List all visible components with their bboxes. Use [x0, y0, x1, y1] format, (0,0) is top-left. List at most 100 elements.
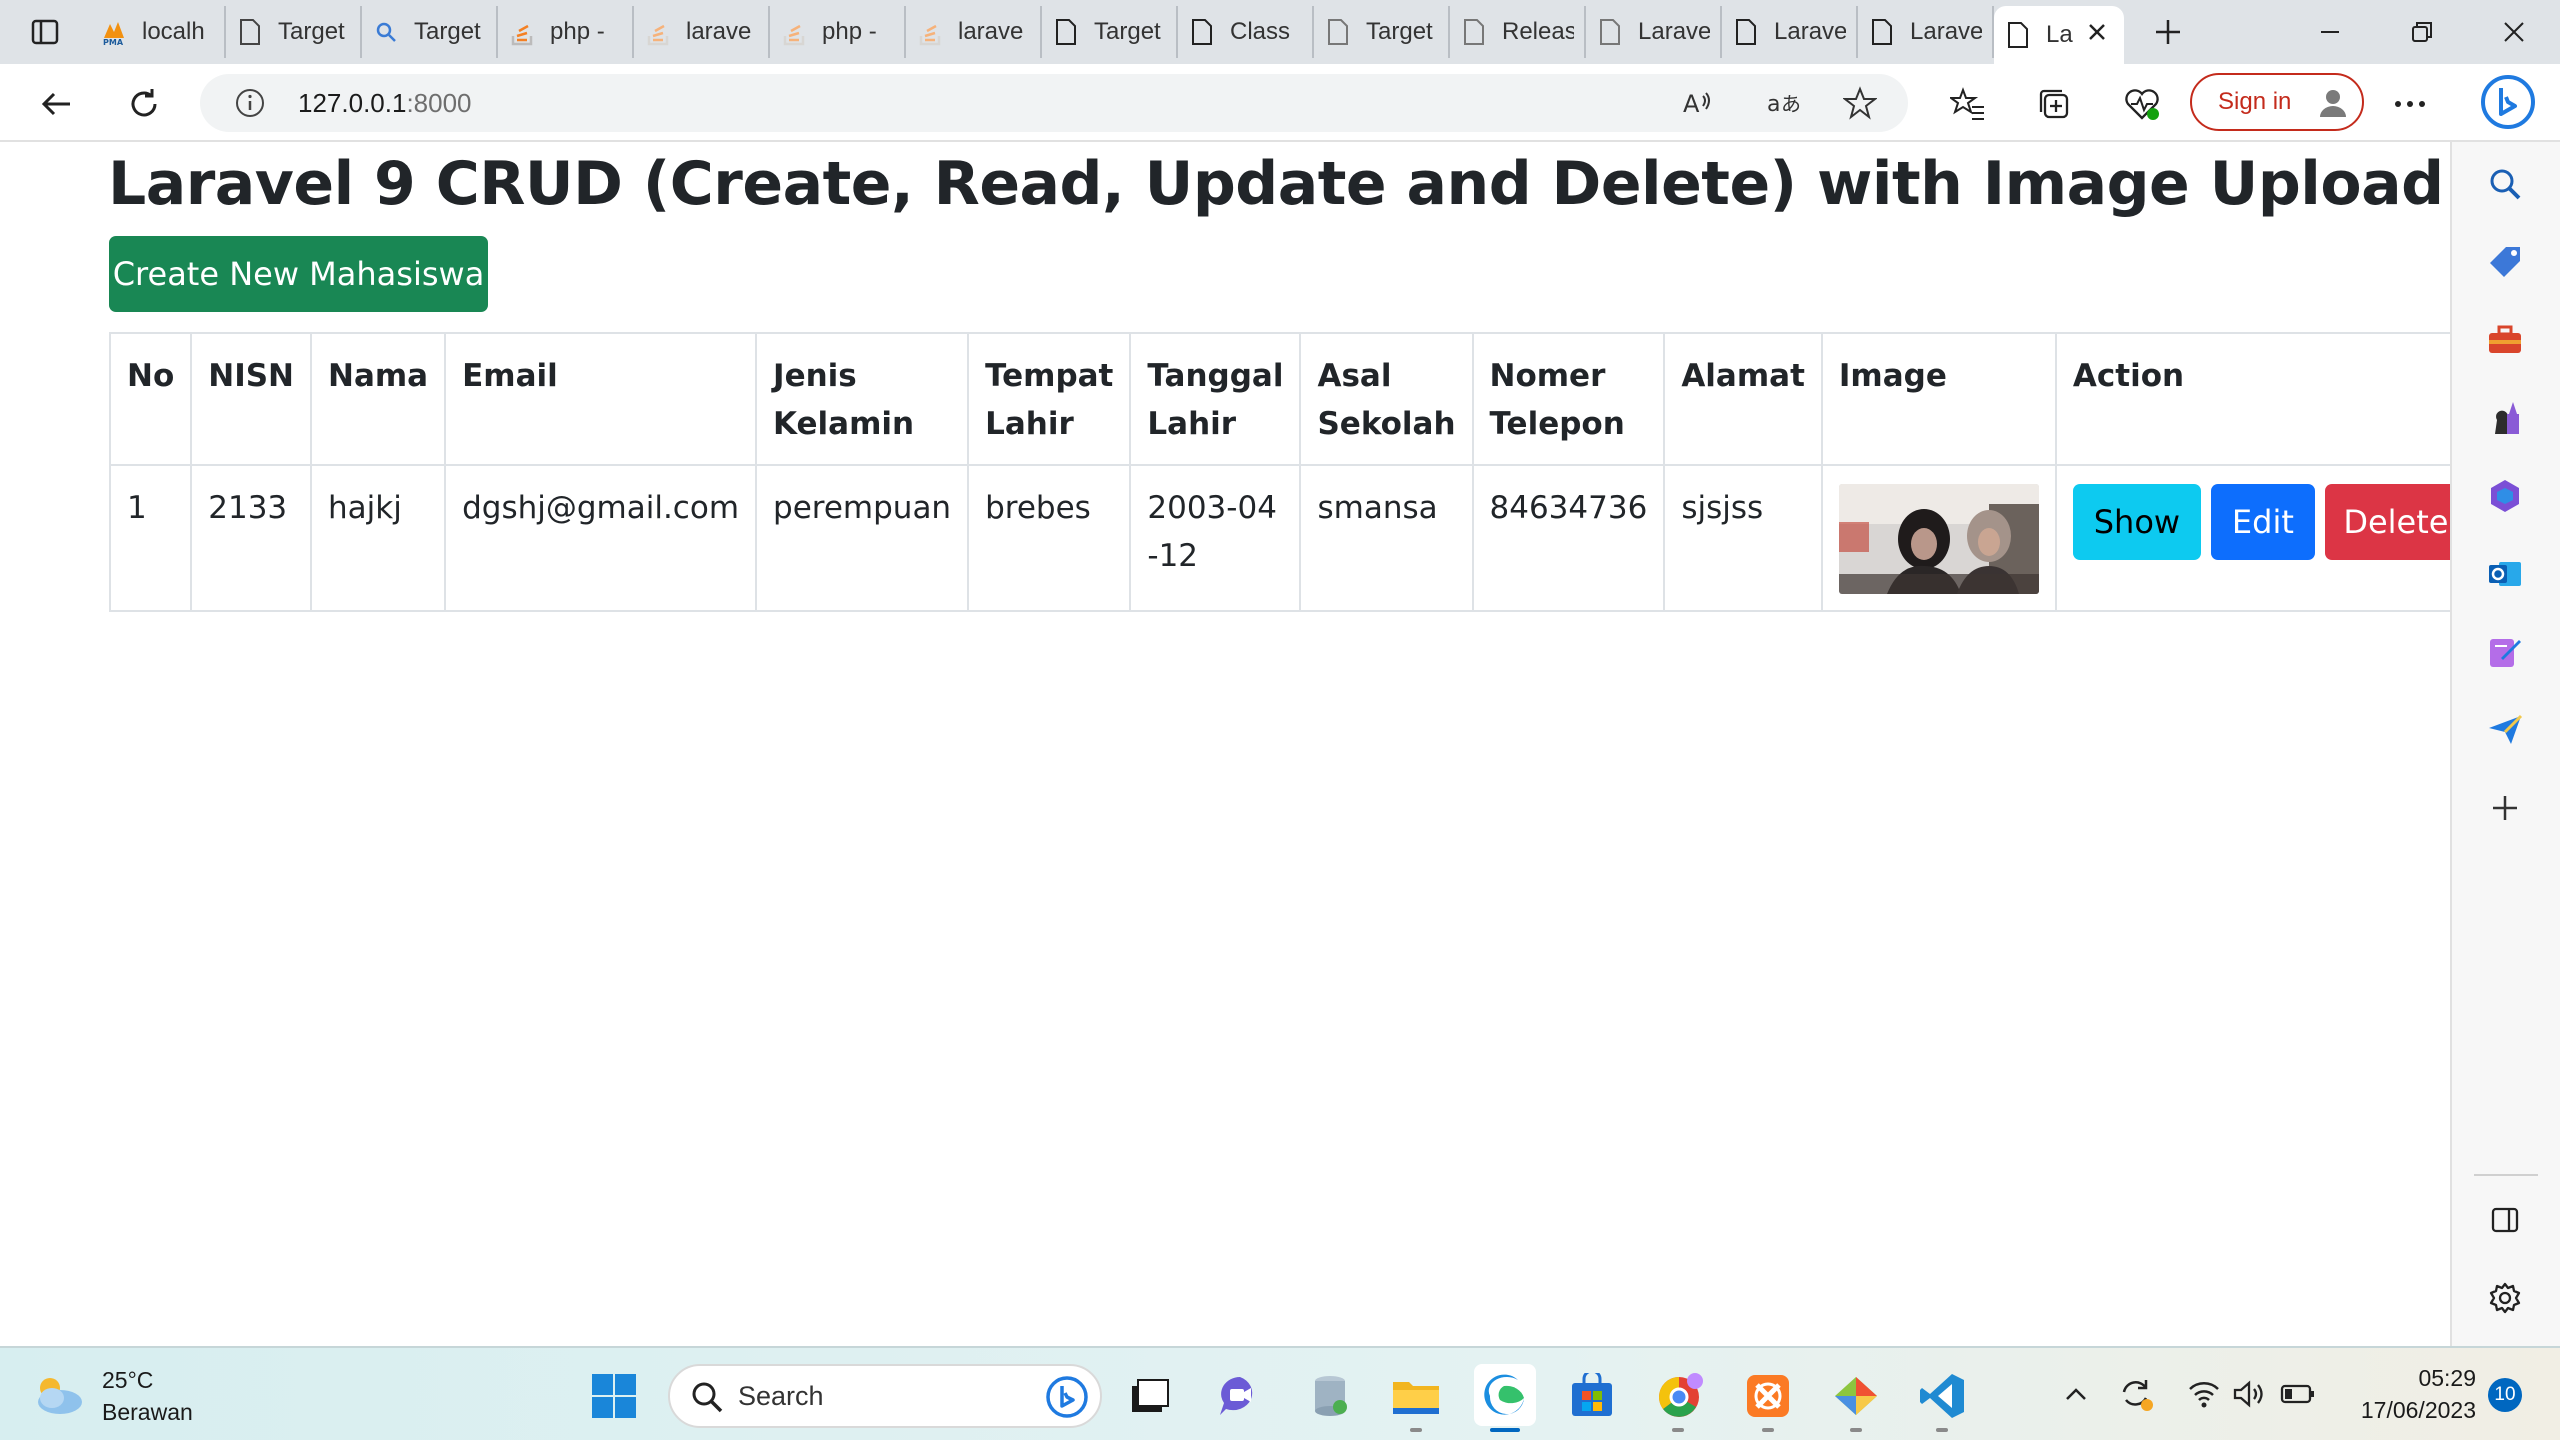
volume-icon[interactable]	[2232, 1376, 2268, 1412]
stackoverflow-icon	[644, 18, 672, 46]
edit-button[interactable]: Edit	[2210, 484, 2315, 560]
tab[interactable]: Target	[362, 6, 498, 58]
browser-essentials-button[interactable]	[2114, 76, 2170, 132]
file-explorer-running-indicator	[1410, 1428, 1422, 1432]
address-bar[interactable]: 127.0.0.1:8000 A aあ	[200, 74, 1908, 132]
restore-button[interactable]	[2376, 0, 2468, 64]
tab-label: php -	[550, 18, 605, 45]
cell-email: dgshj@gmail.com	[444, 464, 758, 612]
back-button[interactable]	[28, 76, 84, 132]
system-clock[interactable]: 05:29 17/06/2023	[2340, 1362, 2476, 1426]
close-tab-icon[interactable]	[2087, 21, 2107, 49]
sidebar-outlook-icon[interactable]	[2483, 552, 2527, 596]
xampp-button[interactable]	[1740, 1368, 1796, 1424]
new-tab-button[interactable]	[2138, 6, 2198, 58]
git-client-icon	[1835, 1377, 1877, 1415]
search-icon	[372, 18, 400, 46]
sidebar-designer-icon[interactable]	[2483, 630, 2527, 674]
tab-label: Target	[1094, 18, 1161, 45]
url-port: :8000	[406, 87, 472, 118]
delete-button[interactable]: Delete	[2324, 484, 2467, 560]
cell-no: 1	[108, 464, 193, 612]
sync-icon[interactable]	[2118, 1376, 2154, 1412]
create-new-mahasiswa-button[interactable]: Create New Mahasiswa	[109, 236, 488, 312]
sidebar-send-icon[interactable]	[2483, 708, 2527, 752]
tab[interactable]: php -	[770, 6, 906, 58]
start-button[interactable]	[586, 1368, 642, 1424]
column-header-no: No	[108, 332, 193, 466]
sidebar-settings-icon[interactable]	[2483, 1276, 2527, 1320]
sidebar-tools-icon[interactable]	[2483, 318, 2527, 362]
tab[interactable]: PMA localh	[90, 6, 226, 58]
collections-button[interactable]	[2026, 76, 2082, 132]
url-host: 127.0.0.1	[298, 87, 407, 118]
chrome-icon	[1659, 1373, 1703, 1417]
svg-text:PMA: PMA	[103, 38, 124, 46]
tab-label: php -	[822, 18, 877, 45]
site-info-icon[interactable]	[228, 81, 272, 125]
minimize-button[interactable]	[2284, 0, 2376, 64]
stackoverflow-icon	[508, 18, 536, 46]
table-row: 1 2133 hajkj dgshj@gmail.com perempuan b…	[108, 464, 2485, 612]
heart-pulse-icon	[2125, 89, 2159, 120]
database-app-button[interactable]	[1302, 1368, 1358, 1424]
svg-text:a: a	[1767, 92, 1780, 117]
settings-more-button[interactable]	[2382, 76, 2438, 132]
edge-sidebar	[2450, 142, 2560, 1346]
page-content: Laravel 9 CRUD (Create, Read, Update and…	[0, 142, 2485, 1346]
tab[interactable]: php -	[498, 6, 634, 58]
tab[interactable]: Larave	[1586, 6, 1722, 58]
tab[interactable]: larave	[906, 6, 1042, 58]
close-window-button[interactable]	[2468, 0, 2560, 64]
tab[interactable]: Target	[226, 6, 362, 58]
tab[interactable]: Larave	[1722, 6, 1858, 58]
bing-copilot-button[interactable]	[2476, 70, 2540, 134]
tab[interactable]: larave	[634, 6, 770, 58]
translate-icon[interactable]: aあ	[1762, 81, 1806, 125]
microsoft-store-button[interactable]	[1564, 1368, 1620, 1424]
show-button[interactable]: Show	[2072, 484, 2201, 560]
sidebar-shopping-icon[interactable]	[2483, 240, 2527, 284]
wifi-icon[interactable]	[2186, 1376, 2222, 1412]
refresh-button[interactable]	[116, 76, 172, 132]
tab-actions-button[interactable]	[0, 0, 90, 64]
tab[interactable]: Releas	[1450, 6, 1586, 58]
file-explorer-button[interactable]	[1388, 1368, 1444, 1424]
teams-chat-button[interactable]	[1212, 1368, 1268, 1424]
weather-widget[interactable]: 25°C Berawan	[30, 1364, 193, 1428]
plus-icon	[2156, 20, 2180, 44]
favorite-star-icon[interactable]	[1838, 81, 1882, 125]
clock-date: 17/06/2023	[2360, 1397, 2476, 1423]
git-client-button[interactable]	[1828, 1368, 1884, 1424]
favorites-button[interactable]	[1940, 76, 1996, 132]
sidebar-games-icon[interactable]	[2483, 396, 2527, 440]
notification-badge[interactable]: 10	[2488, 1378, 2522, 1412]
clock-time: 05:29	[2418, 1365, 2476, 1391]
chrome-canary-button[interactable]	[1652, 1368, 1708, 1424]
cell-action: Show Edit Delete	[2054, 464, 2485, 612]
column-header-jenis-kelamin: Jenis Kelamin	[755, 332, 970, 466]
read-aloud-icon[interactable]: A	[1676, 81, 1720, 125]
more-icon	[2395, 101, 2425, 107]
vscode-button[interactable]	[1914, 1368, 1970, 1424]
show-hidden-icons-chevron-up-icon[interactable]	[2058, 1376, 2094, 1412]
sidebar-add-icon[interactable]	[2483, 786, 2527, 830]
profile-avatar-icon	[2318, 87, 2348, 117]
tab[interactable]: Class	[1178, 6, 1314, 58]
edge-button[interactable]	[1474, 1364, 1536, 1426]
tab[interactable]: Larave	[1858, 6, 1994, 58]
sidebar-search-icon[interactable]	[2483, 162, 2527, 206]
cell-nisn: 2133	[190, 464, 312, 612]
sidebar-panel-toggle-icon[interactable]	[2483, 1198, 2527, 1242]
tab[interactable]: Target	[1042, 6, 1178, 58]
sign-in-button[interactable]: Sign in	[2190, 73, 2364, 131]
battery-icon[interactable]	[2280, 1376, 2316, 1412]
tab[interactable]: Target	[1314, 6, 1450, 58]
column-header-nama: Nama	[309, 332, 447, 466]
tab-active[interactable]: La	[1994, 6, 2124, 64]
task-view-button[interactable]	[1122, 1368, 1178, 1424]
taskbar-search-box[interactable]: Search	[668, 1364, 1102, 1428]
folder-icon	[1393, 1382, 1439, 1414]
sidebar-office-icon[interactable]	[2483, 474, 2527, 518]
browser-tab-bar: PMA localh Target Target php - larave ph…	[0, 0, 2560, 64]
